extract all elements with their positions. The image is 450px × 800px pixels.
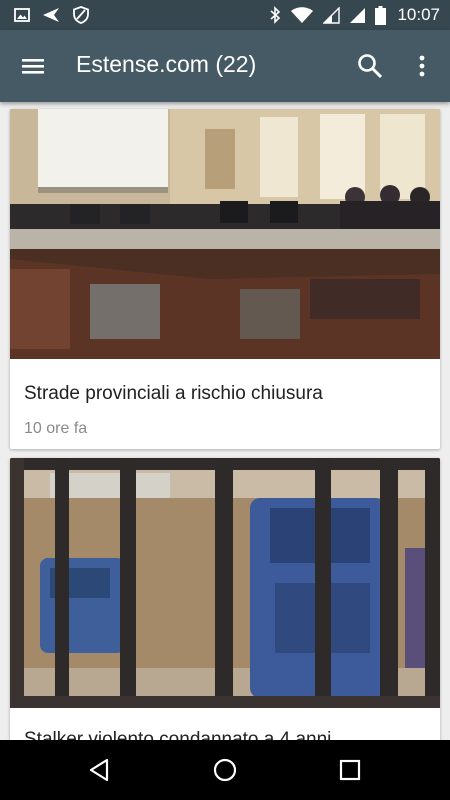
wifi-icon [291,7,314,23]
search-icon[interactable] [356,52,384,80]
conference-room-photo[interactable] [10,109,440,359]
page-title: Estense.com (22) [76,51,257,77]
app-bar: Estense.com (22) [0,30,450,102]
status-time: 10:07 [397,5,440,24]
more-vert-icon[interactable] [410,52,434,80]
battery-icon [375,5,387,25]
status-right-icons: 10:07 [269,5,440,25]
parking-lot-through-gate-photo[interactable] [10,458,440,708]
signal-icon [350,7,366,23]
status-left-icons [14,6,90,24]
bluetooth-icon [270,6,281,24]
article-card[interactable]: Strade provinciali a rischio chiusura 10… [10,109,440,449]
status-bar: 10:07 [0,0,450,30]
home-icon[interactable] [211,756,239,784]
article-title[interactable]: Strade provinciali a rischio chiusura [24,383,323,405]
back-icon[interactable] [86,756,114,784]
navigation-bar [0,740,450,800]
recents-icon[interactable] [336,756,364,784]
image-icon [14,8,30,22]
hamburger-menu-icon[interactable] [18,52,48,80]
article-list: Strade provinciali a rischio chiusura 10… [0,102,450,740]
send-icon [43,8,59,22]
signal-icon [323,6,341,24]
article-time: 10 ore fa [24,420,88,437]
article-card[interactable]: Stalker violento condannato a 4 anni [10,458,440,740]
article-title[interactable]: Stalker violento condannato a 4 anni [24,729,331,740]
data-saver-icon [73,6,89,24]
